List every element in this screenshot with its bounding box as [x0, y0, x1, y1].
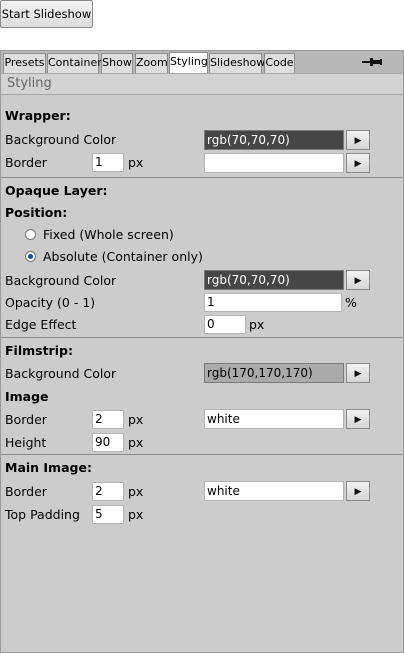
- opacity-label: Opacity (0 - 1): [5, 295, 96, 310]
- opaque-bg-color-field[interactable]: rgb(70,70,70): [204, 270, 344, 290]
- tab-container[interactable]: Container: [47, 53, 102, 73]
- position-fixed-radio[interactable]: [25, 229, 36, 240]
- wrapper-border-picker-button[interactable]: ▶: [346, 153, 370, 173]
- filmstrip-border-input[interactable]: 2: [92, 410, 124, 429]
- pin-icon[interactable]: [361, 56, 383, 68]
- opaque-bg-label: Background Color: [5, 273, 117, 288]
- top-padding-unit: px: [128, 507, 144, 522]
- divider: [1, 337, 403, 338]
- tab-slideshow[interactable]: Slideshow: [209, 53, 265, 73]
- wrapper-border-input[interactable]: 1: [92, 153, 124, 172]
- wrapper-title: Wrapper:: [5, 108, 71, 123]
- tab-zoom[interactable]: Zoom: [135, 53, 168, 73]
- position-absolute-label: Absolute (Container only): [43, 249, 203, 264]
- opaque-layer-title: Opaque Layer:: [5, 183, 108, 198]
- filmstrip-height-label: Height: [5, 435, 47, 450]
- opacity-input[interactable]: 1: [204, 293, 342, 312]
- filmstrip-bg-color-field[interactable]: rgb(170,170,170): [204, 363, 344, 383]
- main-image-border-color-field[interactable]: white: [204, 481, 344, 501]
- position-label: Position:: [5, 205, 68, 220]
- edge-effect-input[interactable]: 0: [204, 315, 246, 334]
- wrapper-border-color-field[interactable]: [204, 153, 344, 173]
- filmstrip-border-unit: px: [128, 412, 144, 427]
- position-absolute-radio[interactable]: [25, 251, 36, 262]
- settings-panel: Presets Container Show Zoom Styling Slid…: [0, 50, 404, 653]
- filmstrip-border-color-field[interactable]: white: [204, 409, 344, 429]
- edge-effect-label: Edge Effect: [5, 317, 77, 332]
- tab-show[interactable]: Show: [101, 53, 133, 73]
- start-slideshow-button[interactable]: Start Slideshow: [0, 0, 93, 28]
- wrapper-border-unit: px: [128, 155, 144, 170]
- divider: [1, 454, 403, 455]
- filmstrip-bg-picker-button[interactable]: ▶: [346, 363, 370, 383]
- divider: [1, 177, 403, 178]
- wrapper-border-label: Border: [5, 155, 47, 170]
- opacity-unit: %: [345, 295, 357, 310]
- top-padding-label: Top Padding: [5, 507, 80, 522]
- main-image-title: Main Image:: [5, 460, 92, 475]
- tab-code[interactable]: Code: [264, 53, 295, 73]
- filmstrip-height-unit: px: [128, 435, 144, 450]
- opaque-bg-picker-button[interactable]: ▶: [346, 270, 370, 290]
- section-heading: Styling: [1, 73, 403, 95]
- tab-styling[interactable]: Styling: [169, 52, 208, 74]
- wrapper-bg-label: Background Color: [5, 132, 117, 147]
- filmstrip-height-input[interactable]: 90: [92, 433, 124, 452]
- filmstrip-border-label: Border: [5, 412, 47, 427]
- edge-effect-unit: px: [249, 317, 265, 332]
- position-fixed-label: Fixed (Whole screen): [43, 227, 174, 242]
- filmstrip-bg-label: Background Color: [5, 366, 117, 381]
- filmstrip-border-picker-button[interactable]: ▶: [346, 409, 370, 429]
- tab-bar: Presets Container Show Zoom Styling Slid…: [1, 51, 403, 74]
- tab-presets[interactable]: Presets: [3, 53, 46, 73]
- top-padding-input[interactable]: 5: [92, 505, 124, 524]
- wrapper-bg-picker-button[interactable]: ▶: [346, 130, 370, 150]
- wrapper-bg-color-field[interactable]: rgb(70,70,70): [204, 130, 344, 150]
- main-image-border-picker-button[interactable]: ▶: [346, 481, 370, 501]
- filmstrip-image-title: Image: [5, 389, 49, 404]
- main-image-border-unit: px: [128, 484, 144, 499]
- filmstrip-title: Filmstrip:: [5, 343, 73, 358]
- main-image-border-label: Border: [5, 484, 47, 499]
- main-image-border-input[interactable]: 2: [92, 482, 124, 501]
